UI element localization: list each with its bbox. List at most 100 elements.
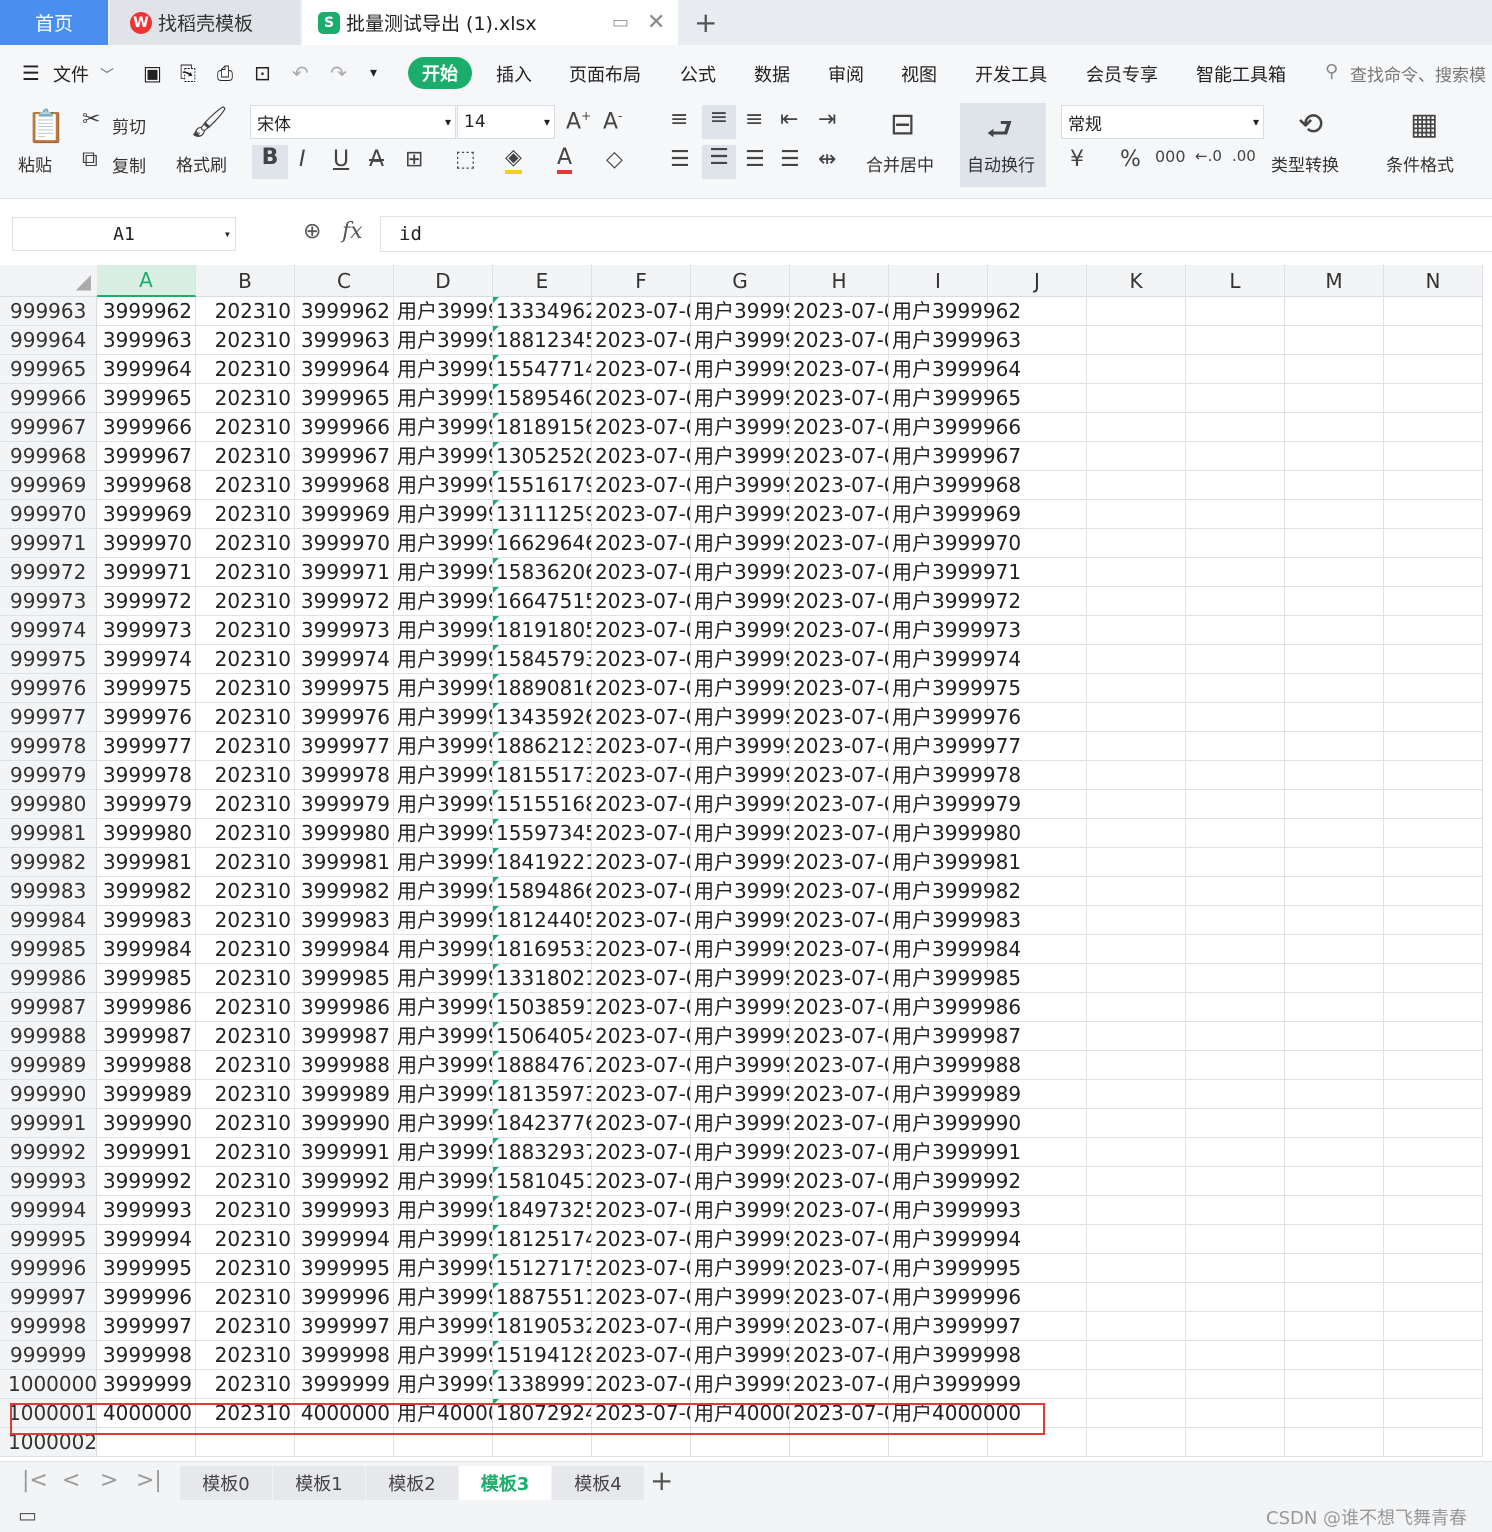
cell[interactable]: 用户3999985 [889, 964, 1021, 993]
tab-home[interactable]: 首页 [0, 0, 108, 45]
cell[interactable] [1285, 1428, 1384, 1457]
cell[interactable] [988, 529, 1087, 558]
cell[interactable] [1384, 1138, 1483, 1167]
cell[interactable]: 2023-07-02 [790, 1080, 889, 1109]
cell[interactable] [1186, 1138, 1285, 1167]
cell[interactable]: 3999967 [295, 442, 394, 471]
cell[interactable]: 用户3999969 [889, 500, 1021, 529]
merge-center-button[interactable]: 合并居中 [866, 151, 934, 176]
cell[interactable]: 用户39999 [691, 1022, 790, 1051]
cell[interactable]: 2023-07-02 [790, 384, 889, 413]
cell[interactable]: 151551688 [493, 790, 592, 819]
cell[interactable] [988, 1051, 1087, 1080]
cell[interactable] [1384, 558, 1483, 587]
cell[interactable]: 用户39999 [691, 674, 790, 703]
merge-center-icon[interactable]: ⊟ [890, 107, 915, 142]
column-header-l[interactable]: L [1186, 265, 1285, 297]
cell[interactable]: 2023-07-02 [790, 819, 889, 848]
cell[interactable] [1186, 297, 1285, 326]
cell[interactable] [1285, 1022, 1384, 1051]
cell[interactable]: 用户3999981 [889, 848, 1021, 877]
cell[interactable]: 3999988 [97, 1051, 196, 1080]
cell[interactable]: 3999992 [97, 1167, 196, 1196]
cell[interactable]: 2023-07-02 [592, 1399, 691, 1428]
cell[interactable] [988, 761, 1087, 790]
cell[interactable]: 2023-07-02 [790, 1225, 889, 1254]
cell[interactable] [988, 1370, 1087, 1399]
cell[interactable]: 用户3999998 [889, 1341, 1021, 1370]
cell[interactable] [1384, 1022, 1483, 1051]
cell[interactable]: 3999980 [295, 819, 394, 848]
cell[interactable]: 3999970 [97, 529, 196, 558]
cell[interactable]: 用户39999 [394, 326, 493, 355]
cell[interactable]: 2023-07-02 [592, 500, 691, 529]
cell[interactable] [988, 355, 1087, 384]
cell[interactable]: 用户39999 [691, 877, 790, 906]
cell[interactable] [1186, 1399, 1285, 1428]
cell[interactable]: 3999970 [295, 529, 394, 558]
cell[interactable]: 158954600 [493, 384, 592, 413]
cell[interactable] [1384, 1254, 1483, 1283]
column-header-a[interactable]: A [97, 265, 196, 297]
cell[interactable]: 用户39999 [394, 848, 493, 877]
cell[interactable] [1087, 819, 1186, 848]
cell[interactable]: 2023-07-02 [592, 1109, 691, 1138]
cell[interactable]: 用户39999 [394, 877, 493, 906]
cell[interactable] [1087, 558, 1186, 587]
align-middle-icon[interactable]: ≡ [702, 105, 736, 139]
cell[interactable]: 用户39999 [394, 500, 493, 529]
cell[interactable] [988, 1109, 1087, 1138]
row-header[interactable]: 999984 [0, 906, 97, 935]
column-header-c[interactable]: C [295, 265, 394, 297]
cell[interactable]: 158948667 [493, 877, 592, 906]
cell[interactable]: 2023-07-02 [790, 732, 889, 761]
cell[interactable] [988, 848, 1087, 877]
menu-member[interactable]: 会员专享 [1086, 61, 1158, 87]
cell[interactable]: 用户3999963 [889, 326, 1021, 355]
cell[interactable] [1285, 819, 1384, 848]
row-header[interactable]: 999967 [0, 413, 97, 442]
row-header[interactable]: 999977 [0, 703, 97, 732]
cell[interactable]: 用户39999 [394, 645, 493, 674]
cell[interactable]: 2023-07-02 [790, 1254, 889, 1283]
cell[interactable] [1186, 1225, 1285, 1254]
cell[interactable]: 用户39999 [691, 1370, 790, 1399]
cell[interactable] [1384, 819, 1483, 848]
cell[interactable]: 用户39999 [691, 1225, 790, 1254]
cell[interactable] [1087, 703, 1186, 732]
cell[interactable]: 2023-07-02 [790, 471, 889, 500]
cell[interactable] [1087, 993, 1186, 1022]
cell[interactable]: 150640544 [493, 1022, 592, 1051]
cell[interactable] [1384, 732, 1483, 761]
format-painter-icon[interactable]: 🖌 [190, 105, 228, 140]
cell[interactable] [1087, 1341, 1186, 1370]
cell[interactable]: 3999993 [97, 1196, 196, 1225]
cell[interactable]: 184973256 [493, 1196, 592, 1225]
cell[interactable] [1285, 1312, 1384, 1341]
prev-sheet-icon[interactable]: < [62, 1468, 80, 1493]
cell[interactable]: 155161790 [493, 471, 592, 500]
monitor-icon[interactable]: ▭ [612, 12, 629, 33]
cell[interactable] [1285, 877, 1384, 906]
cell[interactable]: 用户3999967 [889, 442, 1021, 471]
cell[interactable]: 用户39999 [394, 761, 493, 790]
row-header[interactable]: 999982 [0, 848, 97, 877]
cell[interactable]: 用户39999 [691, 1167, 790, 1196]
cell[interactable]: 202310 [196, 587, 295, 616]
cell[interactable]: 2023-07-02 [592, 1022, 691, 1051]
cell[interactable]: 2023-07-02 [790, 558, 889, 587]
cell[interactable] [1186, 1283, 1285, 1312]
cell[interactable]: 2023-07-02 [790, 964, 889, 993]
cell[interactable]: 用户39999 [394, 384, 493, 413]
cell[interactable]: 2023-07-02 [592, 1080, 691, 1109]
cell[interactable]: 3999999 [97, 1370, 196, 1399]
cell[interactable]: 2023-07-02 [790, 529, 889, 558]
cell[interactable] [988, 1312, 1087, 1341]
menu-formula[interactable]: 公式 [680, 61, 716, 87]
cell[interactable] [1285, 1283, 1384, 1312]
row-header[interactable]: 999999 [0, 1341, 97, 1370]
cell[interactable] [1285, 761, 1384, 790]
cell[interactable]: 202310 [196, 1138, 295, 1167]
cell[interactable]: 用户39999 [691, 1109, 790, 1138]
cell[interactable]: 用户39999 [394, 1138, 493, 1167]
